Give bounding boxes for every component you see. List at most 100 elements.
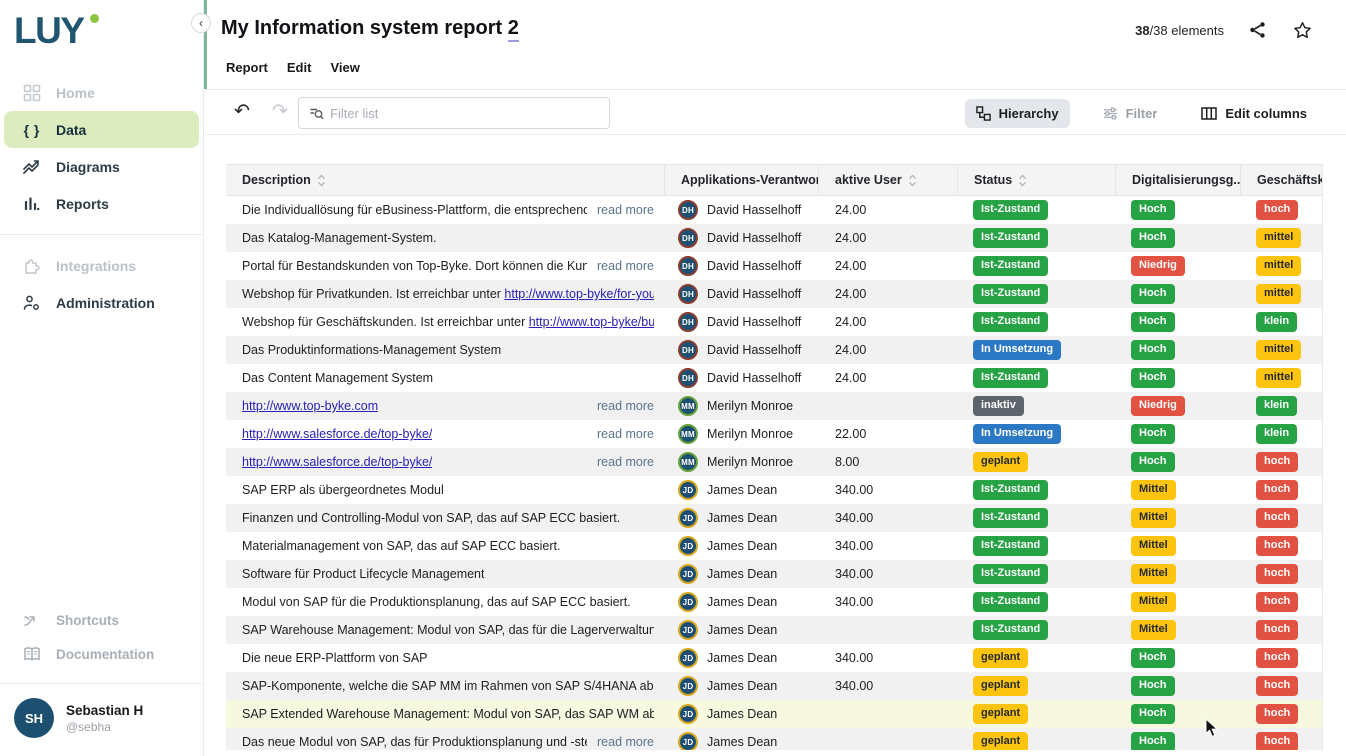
filter-button[interactable]: Filter	[1092, 99, 1169, 128]
description-link[interactable]: http://www.salesforce.de/top-byke/	[242, 427, 432, 441]
description-link[interactable]: http://www.top-byke/business/	[529, 315, 654, 329]
table-row[interactable]: Das Content Management SystemDHDavid Has…	[226, 364, 1322, 392]
owner-name: James Dean	[707, 679, 777, 693]
cell-owner: DHDavid Hasselhoff	[664, 336, 818, 364]
table-row[interactable]: Finanzen und Controlling-Modul von SAP, …	[226, 504, 1322, 532]
undo-icon[interactable]: ↶	[229, 98, 255, 124]
table-row[interactable]: http://www.salesforce.de/top-byke/read m…	[226, 448, 1322, 476]
cell-digitalisierung: Mittel	[1115, 560, 1240, 588]
sidebar-item-data[interactable]: { }Data	[4, 111, 199, 148]
read-more-link[interactable]: read more	[587, 399, 654, 413]
redo-icon[interactable]: ↷	[267, 98, 293, 124]
hierarchy-button[interactable]: Hierarchy	[965, 99, 1070, 128]
edit-columns-button[interactable]: Edit columns	[1190, 99, 1318, 128]
table-row[interactable]: http://www.salesforce.de/top-byke/read m…	[226, 420, 1322, 448]
table-row[interactable]: Das neue Modul von SAP, das für Produkti…	[226, 728, 1322, 750]
share-icon[interactable]	[1248, 20, 1268, 40]
favorite-star-icon[interactable]	[1292, 20, 1312, 40]
table-row[interactable]: Das Produktinformations-Management Syste…	[226, 336, 1322, 364]
table-row[interactable]: Das Katalog-Management-System.DHDavid Ha…	[226, 224, 1322, 252]
read-more-link[interactable]: read more	[587, 259, 654, 273]
status-badge: Ist-Zustand	[973, 564, 1048, 584]
table-row[interactable]: Modul von SAP für die Produktionsplanung…	[226, 588, 1322, 616]
description-text: Das Produktinformations-Management Syste…	[242, 343, 501, 357]
cell-geschaeftskritikalitaet: mittel	[1240, 364, 1323, 392]
cell-description: Das Content Management System	[226, 364, 664, 392]
description-text: SAP Extended Warehouse Management: Modul…	[242, 707, 654, 721]
cell-description: http://www.salesforce.de/top-byke/read m…	[226, 448, 664, 476]
sidebar-item-documentation[interactable]: Documentation	[0, 637, 203, 671]
description-text: Modul von SAP für die Produktionsplanung…	[242, 595, 631, 609]
table-row[interactable]: Portal für Bestandskunden von Top-Byke. …	[226, 252, 1322, 280]
column-header-aktiveuser[interactable]: aktive User	[818, 165, 957, 195]
table-row[interactable]: SAP ERP als übergeordnetes ModulJDJames …	[226, 476, 1322, 504]
table-row[interactable]: Webshop für Privatkunden. Ist erreichbar…	[226, 280, 1322, 308]
status-badge: inaktiv	[973, 396, 1024, 416]
read-more-link[interactable]: read more	[587, 455, 654, 469]
cell-geschaeftskritikalitaet: hoch	[1240, 560, 1323, 588]
sidebar-item-reports[interactable]: Reports	[4, 185, 199, 222]
description-link[interactable]: http://www.top-byke.com	[242, 399, 378, 413]
cell-active-users: 24.00	[818, 252, 957, 280]
cell-description: Portal für Bestandskunden von Top-Byke. …	[226, 252, 664, 280]
table-row[interactable]: SAP Warehouse Management: Modul von SAP,…	[226, 616, 1322, 644]
sidebar-item-administration[interactable]: Administration	[4, 284, 199, 321]
menu-view[interactable]: View	[330, 60, 359, 75]
cell-geschaeftskritikalitaet: klein	[1240, 308, 1323, 336]
status-badge: hoch	[1256, 732, 1298, 750]
status-badge: mittel	[1256, 340, 1301, 360]
cell-description: SAP Warehouse Management: Modul von SAP,…	[226, 616, 664, 644]
column-header-digitalisierungsg[interactable]: Digitalisierungsg...	[1115, 165, 1240, 195]
avatar: JD	[678, 592, 698, 612]
cell-description: Modul von SAP für die Produktionsplanung…	[226, 588, 664, 616]
table-row[interactable]: Die Individuallösung für eBusiness-Platt…	[226, 196, 1322, 224]
column-header-description[interactable]: Description	[226, 165, 664, 195]
description-link[interactable]: http://www.salesforce.de/top-byke/	[242, 455, 432, 469]
cell-active-users	[818, 728, 957, 750]
menu-report[interactable]: Report	[226, 60, 268, 75]
filter-list-input[interactable]	[330, 106, 599, 121]
cell-geschaeftskritikalitaet: mittel	[1240, 336, 1323, 364]
table-row[interactable]: Webshop für Geschäftskunden. Ist erreich…	[226, 308, 1322, 336]
sidebar-item-label: Integrations	[56, 258, 136, 274]
cell-geschaeftskritikalitaet: hoch	[1240, 644, 1323, 672]
status-badge: Ist-Zustand	[973, 228, 1048, 248]
cell-geschaeftskritikalitaet: hoch	[1240, 728, 1323, 750]
table-row[interactable]: SAP Extended Warehouse Management: Modul…	[226, 700, 1322, 728]
table-row[interactable]: Software für Product Lifecycle Managemen…	[226, 560, 1322, 588]
cell-status: geplant	[957, 672, 1115, 700]
sidebar-item-diagrams[interactable]: Diagrams	[4, 148, 199, 185]
status-badge: Hoch	[1131, 452, 1175, 472]
read-more-link[interactable]: read more	[587, 203, 654, 217]
cell-description: SAP-Komponente, welche die SAP MM im Rah…	[226, 672, 664, 700]
table-row[interactable]: SAP-Komponente, welche die SAP MM im Rah…	[226, 672, 1322, 700]
owner-name: David Hasselhoff	[707, 203, 801, 217]
description-link[interactable]: http://www.top-byke/for-you/	[504, 287, 654, 301]
menu-edit[interactable]: Edit	[287, 60, 312, 75]
cell-description: Das Katalog-Management-System.	[226, 224, 664, 252]
status-badge: Hoch	[1131, 228, 1175, 248]
status-badge: hoch	[1256, 648, 1298, 668]
read-more-link[interactable]: read more	[587, 427, 654, 441]
sidebar-collapse-button[interactable]: ‹	[191, 13, 211, 33]
table-row[interactable]: Materialmanagement von SAP, das auf SAP …	[226, 532, 1322, 560]
avatar: JD	[678, 676, 698, 696]
avatar: MM	[678, 396, 698, 416]
cell-digitalisierung: Hoch	[1115, 420, 1240, 448]
sidebar-item-shortcuts[interactable]: Shortcuts	[0, 603, 203, 637]
table-row[interactable]: Die neue ERP-Plattform von SAPJDJames De…	[226, 644, 1322, 672]
cell-owner: DHDavid Hasselhoff	[664, 364, 818, 392]
cell-owner: JDJames Dean	[664, 616, 818, 644]
column-header-geschäftskritik[interactable]: Geschäftskritik	[1240, 165, 1323, 195]
cell-active-users: 24.00	[818, 280, 957, 308]
read-more-link[interactable]: read more	[587, 735, 654, 749]
sidebar-item-integrations: Integrations	[4, 247, 199, 284]
avatar: MM	[678, 424, 698, 444]
table-row[interactable]: http://www.top-byke.comread moreMMMerily…	[226, 392, 1322, 420]
description-text: SAP-Komponente, welche die SAP MM im Rah…	[242, 679, 654, 693]
user-profile[interactable]: SH Sebastian H @sebha	[0, 683, 203, 756]
column-header-status[interactable]: Status	[957, 165, 1115, 195]
avatar: JD	[678, 732, 698, 750]
column-header-applikationsverantwort[interactable]: Applikations-Verantwort...	[664, 165, 818, 195]
avatar: DH	[678, 228, 698, 248]
